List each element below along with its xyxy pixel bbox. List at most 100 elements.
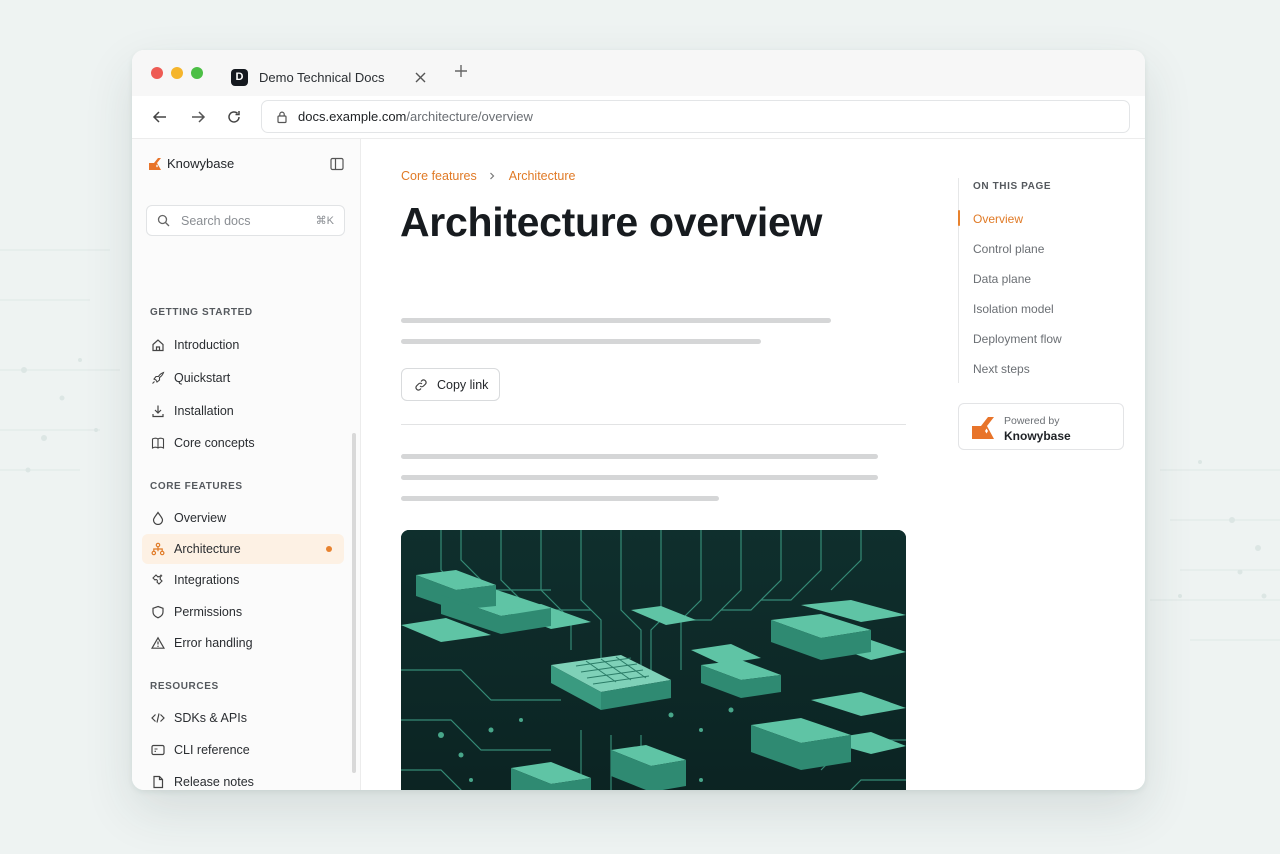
reload-icon [228,111,240,123]
sidebar-item-label: CLI reference [174,743,250,757]
active-indicator-dot [326,546,332,552]
placeholder-text-line [401,475,878,480]
content-divider [401,424,906,425]
rocket-icon [151,371,165,385]
tab-title: Demo Technical Docs [259,69,385,85]
tab-favicon-icon: D [231,68,248,86]
url-path: /architecture/overview [406,109,533,124]
close-window-button[interactable] [151,67,163,79]
section-label-core-features: CORE FEATURES [150,481,243,492]
sidebar-item-core-concepts[interactable]: Core concepts [142,428,344,458]
sidebar-item-installation[interactable]: Installation [142,396,344,426]
sidebar-item-sdks-apis[interactable]: SDKs & APIs [142,703,344,733]
maximize-window-button[interactable] [191,67,203,79]
home-icon [151,338,165,352]
warning-icon [151,636,165,650]
section-label-resources: RESOURCES [150,681,219,692]
terminal-icon [151,743,165,757]
hierarchy-icon [151,542,165,556]
sidebar-item-label: Integrations [174,573,240,587]
toc-item-data-plane[interactable]: Data plane [973,272,1031,286]
breadcrumb-item-architecture[interactable]: Architecture [509,169,576,183]
sidebar-item-introduction[interactable]: Introduction [142,330,344,360]
sidebar-item-architecture[interactable]: Architecture [142,534,344,564]
toc-item-deployment-flow[interactable]: Deployment flow [973,332,1062,346]
sidebar-item-label: Overview [174,511,227,525]
download-icon [151,404,165,418]
search-placeholder: Search docs [181,213,251,228]
toc-active-marker [958,210,960,226]
arrow-right-icon [192,111,206,123]
toc-item-control-plane[interactable]: Control plane [973,242,1044,256]
copy-link-label: Copy link [437,377,489,392]
toc-item-next-steps[interactable]: Next steps [973,362,1030,376]
sidebar-toggle-icon[interactable] [330,157,344,171]
window-controls [151,67,203,79]
toc-item-isolation-model[interactable]: Isolation model [973,302,1054,316]
sidebar-item-label: Installation [174,404,234,418]
breadcrumb: Core features Architecture [401,169,575,183]
brand[interactable]: Knowybase [148,156,234,171]
sidebar-item-label: Core concepts [174,436,255,450]
plus-icon [455,65,467,77]
file-icon [151,775,165,789]
page-title: Architecture overview [400,199,823,245]
sidebar-item-error-handling[interactable]: Error handling [142,628,344,658]
toc-heading: ON THIS PAGE [973,181,1052,192]
brand-name: Knowybase [167,156,235,171]
sidebar-item-quickstart[interactable]: Quickstart [142,363,344,393]
sidebar-item-permissions[interactable]: Permissions [142,597,344,627]
knowybase-logo-icon [972,417,994,439]
address-bar-row: docs.example.com/architecture/overview [132,96,1145,138]
placeholder-text-line [401,318,831,323]
minimize-window-button[interactable] [171,67,183,79]
toc-item-overview[interactable]: Overview [973,212,1023,226]
section-label-getting-started: GETTING STARTED [150,307,253,318]
search-shortcut-hint: ⌘K [315,215,334,227]
drop-icon [151,511,165,525]
address-bar[interactable]: docs.example.com/architecture/overview [261,100,1130,133]
sidebar-item-cli-reference[interactable]: CLI reference [142,735,344,765]
url-host: docs.example.com [298,109,407,124]
search-icon [157,214,170,227]
forward-button[interactable] [187,106,209,128]
browser-tab[interactable]: D Demo Technical Docs [218,58,440,96]
reload-button[interactable] [223,106,245,128]
sidebar-item-label: Release notes [174,775,254,789]
sidebar-item-integrations[interactable]: Integrations [142,565,344,595]
breadcrumb-item-core-features[interactable]: Core features [401,169,477,183]
sidebar-item-label: Introduction [174,338,240,352]
sidebar-item-label: Permissions [174,605,243,619]
shield-icon [151,605,165,619]
sidebar-item-overview[interactable]: Overview [142,503,344,533]
toc-rail [958,178,959,383]
sidebar-item-label: SDKs & APIs [174,711,247,725]
close-tab-icon[interactable] [412,69,428,85]
chevron-right-icon [487,170,499,182]
main-content: Core features Architecture Architecture … [362,139,1145,790]
docs-sidebar: Knowybase Search docs ⌘K GETTING STARTED… [132,139,361,790]
link-icon [415,378,427,391]
book-icon [151,436,165,450]
code-icon [151,711,165,725]
sidebar-item-label: Architecture [174,542,241,556]
placeholder-text-line [401,454,878,459]
powered-by-badge[interactable]: Powered by Knowybase [958,403,1124,450]
search-input[interactable]: Search docs ⌘K [146,205,345,236]
lock-icon [277,111,287,123]
arrow-left-icon [152,111,166,123]
new-tab-button[interactable] [452,63,470,81]
puzzle-icon [151,573,165,587]
copy-link-button[interactable]: Copy link [401,368,500,401]
architecture-hero-image [401,530,906,790]
url-text: docs.example.com/architecture/overview [298,109,533,124]
sidebar-item-label: Error handling [174,636,253,650]
back-button[interactable] [149,106,171,128]
placeholder-text-line [401,496,719,501]
sidebar-item-release-notes[interactable]: Release notes [142,767,344,790]
tab-strip: D Demo Technical Docs [132,50,1145,96]
sidebar-item-label: Quickstart [174,371,231,385]
placeholder-text-line [401,339,761,344]
powered-by-brand: Knowybase [1004,429,1071,443]
sidebar-scrollbar[interactable] [352,433,356,773]
